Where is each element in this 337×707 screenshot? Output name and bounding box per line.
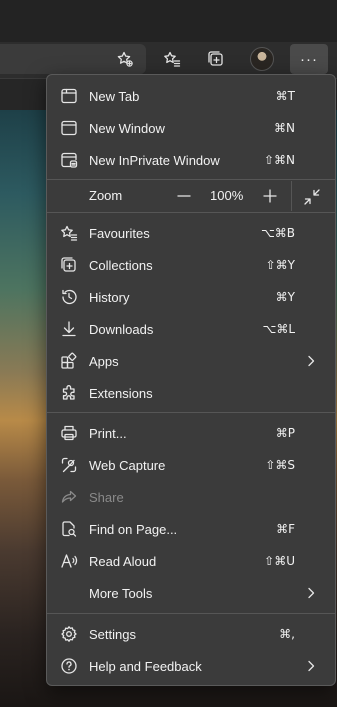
menu-item-share: Share: [47, 481, 335, 513]
shortcut-label: ⇧⌘S: [265, 458, 295, 472]
shortcut-label: ⌥⌘B: [260, 226, 295, 240]
menu-item-label: Favourites: [89, 225, 150, 241]
favourites-icon[interactable]: [159, 47, 185, 71]
menu-item-label: New Window: [89, 120, 165, 136]
menu-item-help-and-feedback[interactable]: Help and Feedback: [47, 650, 335, 682]
menu-item-label: New InPrivate Window: [89, 152, 220, 168]
menu-item-history[interactable]: History ⌘Y: [47, 281, 335, 313]
shortcut-label: ⌘N: [274, 121, 295, 135]
shortcut-label: ⌘F: [276, 522, 295, 536]
menu-divider: [47, 212, 335, 213]
zoom-label: Zoom: [89, 188, 123, 203]
menu-item-label: History: [89, 289, 130, 305]
menu-item-label: Apps: [89, 353, 119, 369]
printer-icon: [60, 424, 78, 442]
favourites-icon: [60, 224, 78, 242]
menu-item-label: Print...: [89, 425, 127, 441]
shortcut-label: ⌘Y: [275, 290, 295, 304]
menu-item-label: Collections: [89, 257, 153, 273]
menu-item-more-tools[interactable]: More Tools: [47, 577, 335, 609]
new-window-icon: [60, 119, 78, 137]
add-favourite-icon[interactable]: [112, 47, 138, 71]
menu-item-new-inprivate-window[interactable]: New InPrivate Window ⇧⌘N: [47, 144, 335, 176]
menu-item-apps[interactable]: Apps: [47, 345, 335, 377]
menu-item-read-aloud[interactable]: Read Aloud ⇧⌘U: [47, 545, 335, 577]
chevron-right-icon: [308, 660, 315, 672]
menu-item-label: Read Aloud: [89, 553, 157, 569]
menu-item-label: Downloads: [89, 321, 154, 337]
menu-item-favourites[interactable]: Favourites ⌥⌘B: [47, 217, 335, 249]
settings-and-more-menu: New Tab ⌘T New Window ⌘N New InPrivate W…: [46, 74, 336, 686]
gear-icon: [60, 625, 78, 643]
download-icon: [60, 320, 78, 338]
zoom-in-button[interactable]: [260, 186, 280, 206]
find-on-page-icon: [60, 520, 78, 538]
menu-divider: [47, 613, 335, 614]
chevron-right-icon: [308, 587, 315, 599]
menu-item-label: Find on Page...: [89, 521, 178, 537]
menu-item-label: Web Capture: [89, 457, 166, 473]
extensions-icon: [60, 384, 78, 402]
menu-item-label: More Tools: [89, 585, 153, 601]
menu-item-label: New Tab: [89, 88, 140, 104]
inprivate-window-icon: [60, 151, 78, 169]
shortcut-label: ⌥⌘L: [262, 322, 295, 336]
zoom-divider: [291, 181, 292, 211]
title-bar: [0, 0, 337, 42]
settings-and-more-button[interactable]: ···: [290, 44, 328, 74]
read-aloud-icon: [60, 552, 78, 570]
chevron-right-icon: [308, 355, 315, 367]
menu-item-web-capture[interactable]: Web Capture ⇧⌘S: [47, 449, 335, 481]
zoom-level-value: 100%: [210, 188, 244, 203]
web-capture-icon: [60, 456, 78, 474]
shortcut-label: ⌘,: [279, 627, 295, 641]
menu-item-print[interactable]: Print... ⌘P: [47, 417, 335, 449]
shortcut-label: ⌘T: [275, 89, 295, 103]
profile-avatar[interactable]: [250, 47, 274, 71]
menu-item-label: Settings: [89, 626, 136, 642]
zoom-out-button[interactable]: [174, 186, 194, 206]
shortcut-label: ⇧⌘N: [263, 153, 295, 167]
menu-item-new-window[interactable]: New Window ⌘N: [47, 112, 335, 144]
menu-item-collections[interactable]: Collections ⇧⌘Y: [47, 249, 335, 281]
menu-item-extensions[interactable]: Extensions: [47, 377, 335, 409]
fullscreen-icon[interactable]: [303, 188, 321, 206]
zoom-row: Zoom 100%: [47, 180, 335, 212]
collections-icon[interactable]: [203, 47, 229, 71]
shortcut-label: ⌘P: [275, 426, 295, 440]
menu-item-settings[interactable]: Settings ⌘,: [47, 618, 335, 650]
menu-item-new-tab[interactable]: New Tab ⌘T: [47, 80, 335, 112]
shortcut-label: ⇧⌘Y: [265, 258, 295, 272]
menu-divider: [47, 412, 335, 413]
menu-item-label: Extensions: [89, 385, 153, 401]
collections-icon: [60, 256, 78, 274]
menu-item-label: Help and Feedback: [89, 658, 202, 674]
shortcut-label: ⇧⌘U: [264, 554, 295, 568]
menu-item-find-on-page[interactable]: Find on Page... ⌘F: [47, 513, 335, 545]
menu-item-downloads[interactable]: Downloads ⌥⌘L: [47, 313, 335, 345]
share-icon: [60, 488, 78, 506]
apps-icon: [60, 352, 78, 370]
help-icon: [60, 657, 78, 675]
new-tab-icon: [60, 87, 78, 105]
menu-item-label: Share: [89, 489, 124, 505]
history-icon: [60, 288, 78, 306]
